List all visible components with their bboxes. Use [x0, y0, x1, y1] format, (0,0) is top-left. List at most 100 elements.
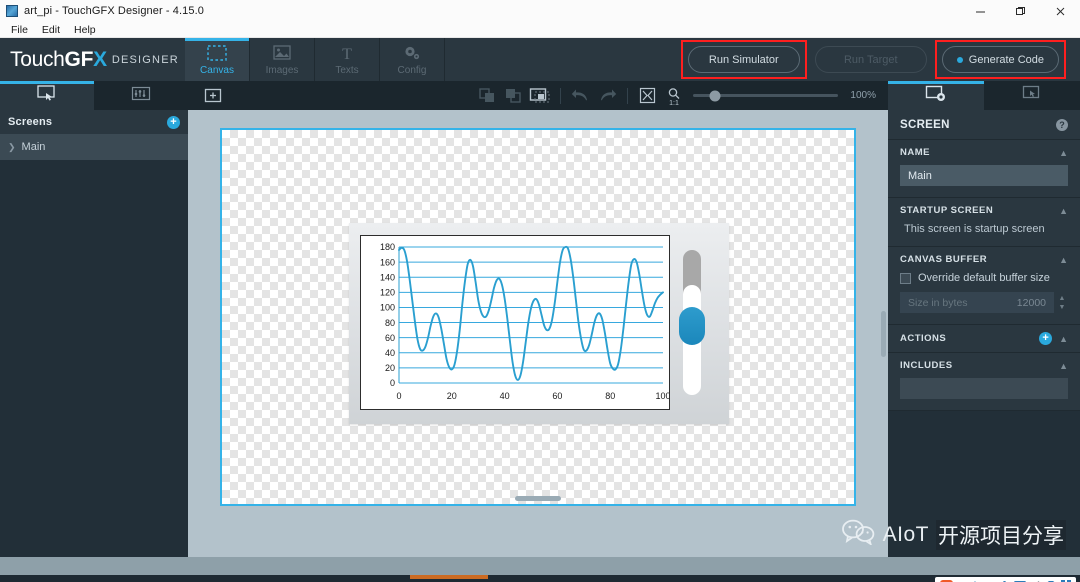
touchgfx-logo: Touch GF X DESIGNER: [0, 38, 185, 81]
chevron-up-icon[interactable]: ▲: [1059, 334, 1068, 344]
send-to-back-icon[interactable]: [501, 85, 527, 107]
stepper-up-icon[interactable]: ▲: [1059, 295, 1066, 302]
override-buffer-row[interactable]: Override default buffer size: [900, 272, 1068, 284]
chevron-up-icon[interactable]: ▲: [1059, 206, 1068, 216]
chevron-up-icon[interactable]: ▲: [1059, 361, 1068, 371]
screen-select-icon: [37, 85, 57, 106]
right-panel-empty-area: [888, 411, 1080, 557]
section-name-header[interactable]: NAME ▲: [900, 147, 1068, 158]
svg-text:100: 100: [380, 303, 395, 313]
add-action-button[interactable]: +: [1039, 332, 1053, 345]
minimize-button[interactable]: [960, 0, 1000, 22]
tab-images-label: Images: [265, 64, 299, 76]
run-simulator-highlight: Run Simulator: [680, 40, 807, 79]
zoom-ratio-label: 1:1: [670, 100, 680, 105]
menu-edit[interactable]: Edit: [35, 24, 67, 36]
toolbar-divider-1: [560, 87, 562, 104]
canvas-vertical-scrollbar[interactable]: [881, 310, 886, 357]
buffer-size-input[interactable]: Size in bytes 12000: [900, 292, 1054, 313]
maximize-button[interactable]: [1000, 0, 1040, 22]
workspace: Screens + ❯ Main 1:1 100% 0 20 40 60 80 …: [0, 81, 1080, 557]
generate-code-button[interactable]: Generate Code: [941, 46, 1059, 73]
svg-text:40: 40: [385, 348, 395, 358]
right-tab-properties[interactable]: [888, 81, 984, 110]
buffer-size-placeholder: Size in bytes: [908, 296, 968, 309]
chart-svg: 0 20 40 60 80 100 120 140 160 180 0 20 40 60 80 100: [380, 242, 669, 401]
svg-text:100: 100: [655, 391, 669, 401]
generate-code-highlight: Generate Code: [934, 40, 1066, 79]
menu-file[interactable]: File: [4, 24, 35, 36]
stepper-down-icon[interactable]: ▼: [1059, 304, 1066, 311]
svg-text:80: 80: [385, 318, 395, 328]
tab-config[interactable]: Config: [380, 38, 445, 81]
title-bar: art_pi - TouchGFX Designer - 4.15.0: [0, 0, 1080, 22]
redo-arrow-icon[interactable]: [594, 85, 620, 107]
run-simulator-button[interactable]: Run Simulator: [687, 46, 800, 73]
screen-name-input[interactable]: Main: [900, 165, 1068, 186]
tab-images[interactable]: Images: [250, 38, 315, 81]
zoom-slider-track[interactable]: [693, 90, 839, 101]
screen-list-item-main[interactable]: ❯ Main: [0, 134, 188, 160]
left-tab-widgets[interactable]: [94, 81, 188, 110]
header-actions: Run Simulator Run Target Generate Code: [680, 38, 1080, 81]
section-canvas-buffer-header[interactable]: CANVAS BUFFER ▲: [900, 254, 1068, 265]
screens-panel-header: Screens +: [0, 110, 188, 134]
svg-text:0: 0: [390, 378, 395, 388]
run-target-button[interactable]: Run Target: [814, 46, 927, 73]
menu-help[interactable]: Help: [67, 24, 103, 36]
image-icon: [273, 44, 291, 62]
taskbar-active-app-indicator[interactable]: [410, 575, 488, 579]
canvas-horizontal-scrollbar[interactable]: [515, 496, 561, 501]
screen-canvas[interactable]: 0 20 40 60 80 100 120 140 160 180 0 20 40 60 80 100: [220, 128, 856, 506]
main-tabs: Canvas Images T Texts Config: [185, 38, 445, 81]
close-button[interactable]: [1040, 0, 1080, 22]
tab-texts[interactable]: T Texts: [315, 38, 380, 81]
zoom-slider[interactable]: 100%: [693, 90, 876, 101]
chevron-up-icon[interactable]: ▲: [1059, 255, 1068, 265]
svg-text:0: 0: [396, 391, 401, 401]
section-includes: INCLUDES ▲: [888, 353, 1080, 411]
widget-container[interactable]: 0 20 40 60 80 100 120 140 160 180 0 20 40 60 80 100: [349, 223, 729, 424]
text-T-icon: T: [338, 44, 356, 62]
section-actions[interactable]: ACTIONS + ▲: [888, 325, 1080, 353]
center-panel: 1:1 100% 0 20 40 60 80 100 120 140 160 1…: [188, 81, 888, 557]
section-startup-label: STARTUP SCREEN: [900, 205, 994, 216]
section-startup-screen: STARTUP SCREEN ▲ This screen is startup …: [888, 198, 1080, 247]
chevron-up-icon[interactable]: ▲: [1059, 148, 1068, 158]
override-buffer-checkbox[interactable]: [900, 272, 911, 284]
line-chart-widget[interactable]: 0 20 40 60 80 100 120 140 160 180 0 20 40 60 80 100: [360, 235, 670, 410]
screen-list-item-label: Main: [21, 141, 46, 153]
add-widget-button[interactable]: [200, 85, 226, 107]
help-question-icon[interactable]: ?: [1056, 118, 1068, 131]
bring-to-front-icon[interactable]: [475, 85, 501, 107]
left-panel: Screens + ❯ Main: [0, 81, 188, 557]
fit-selection-icon[interactable]: [635, 85, 661, 107]
fit-to-screen-icon[interactable]: [527, 85, 553, 107]
gear-icon: [403, 44, 422, 62]
svg-text:60: 60: [385, 333, 395, 343]
section-canvas-buffer-label: CANVAS BUFFER: [900, 254, 988, 265]
app-icon: [6, 5, 18, 17]
override-buffer-label: Override default buffer size: [918, 272, 1050, 284]
status-bar: [0, 557, 1080, 575]
section-startup-header[interactable]: STARTUP SCREEN ▲: [900, 205, 1068, 216]
add-screen-button[interactable]: +: [167, 115, 180, 129]
widgets-sliders-icon: [131, 86, 151, 106]
left-tab-screens[interactable]: [0, 81, 94, 110]
right-panel-title-row: SCREEN ?: [888, 110, 1080, 140]
section-name: NAME ▲ Main: [888, 140, 1080, 198]
section-includes-header[interactable]: INCLUDES ▲: [900, 360, 1068, 371]
vertical-slider-widget[interactable]: [679, 250, 705, 395]
canvas-area[interactable]: 0 20 40 60 80 100 120 140 160 180 0 20 40 60 80 100: [188, 110, 888, 557]
tab-canvas[interactable]: Canvas: [185, 38, 250, 81]
right-tab-interactions[interactable]: [984, 81, 1080, 110]
buffer-size-stepper[interactable]: ▲ ▼: [1056, 292, 1068, 313]
includes-input[interactable]: [900, 378, 1068, 399]
slider-knob[interactable]: [679, 307, 705, 345]
right-panel: SCREEN ? NAME ▲ Main STARTUP SCREEN ▲ Th…: [888, 81, 1080, 557]
chevron-right-icon[interactable]: ❯: [8, 142, 16, 153]
zoom-slider-knob[interactable]: [709, 90, 721, 101]
zoom-1-1-icon[interactable]: 1:1: [661, 85, 687, 107]
status-dot-icon: [956, 56, 963, 63]
undo-arrow-icon[interactable]: [568, 85, 594, 107]
